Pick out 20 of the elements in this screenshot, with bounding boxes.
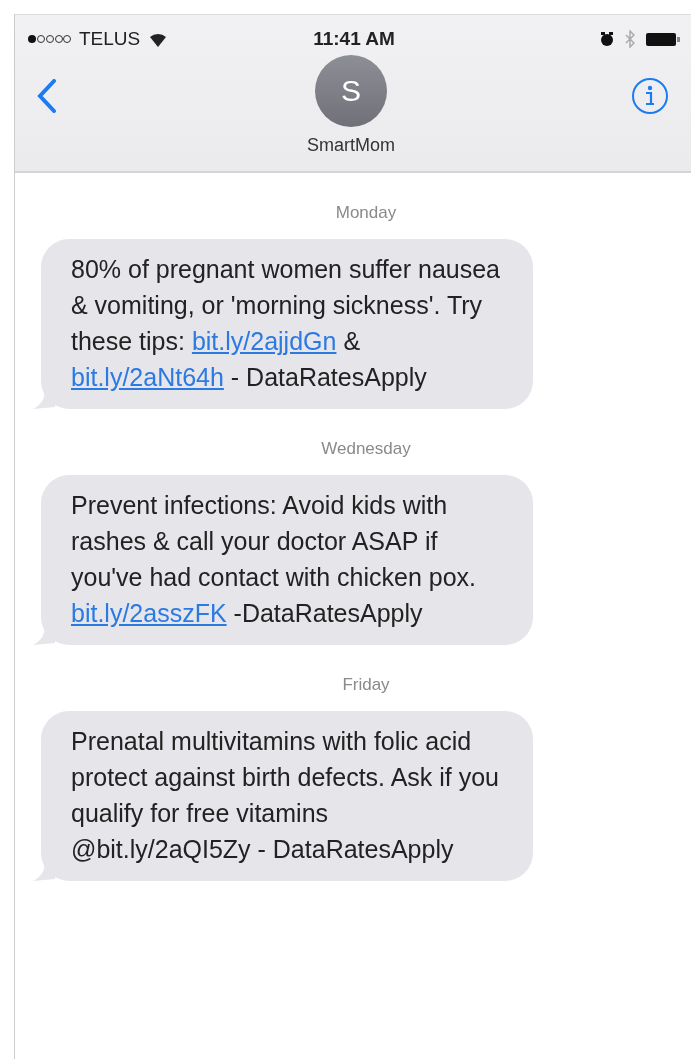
message-text: 80% of pregnant women suffer nausea & vomiting, or 'morning sickness'. Try these tips: bit.ly/2ajjdGn & bit.ly/2aNt64h - DataRatesApply	[71, 254, 501, 393]
message-link[interactable]: bit.ly/2asszFK	[71, 599, 227, 627]
back-icon[interactable]	[37, 79, 57, 113]
contact-name[interactable]: SmartMom	[307, 135, 395, 156]
day-label: Friday	[341, 675, 391, 695]
battery-icon	[645, 31, 681, 47]
day-label: Monday	[334, 203, 398, 223]
clock-time: 11:41 AM	[313, 28, 395, 50]
contact-avatar[interactable]: S	[315, 55, 387, 127]
bluetooth-icon	[625, 30, 635, 48]
signal-icon	[27, 34, 71, 44]
message-text: Prenatal multivitamins with folic acid protect against birth defects. Ask if you qualify for free vitamins @bit.ly/2aQI5Zy - DataRatesApply	[71, 726, 500, 865]
message-text: Prevent infections: Avoid kids with rashes & call your doctor ASAP if you've had contact with chicken pox. bit.ly/2asszFK -DataRatesApply	[71, 490, 477, 629]
wifi-icon	[148, 31, 169, 47]
message-link[interactable]: bit.ly/2aNt64h	[71, 363, 224, 391]
alarm-icon	[599, 31, 615, 47]
day-label: Wednesday	[320, 439, 412, 459]
message-link[interactable]: bit.ly/2ajjdGn	[191, 327, 337, 355]
info-icon[interactable]	[631, 77, 669, 115]
carrier-name: TELUS	[79, 28, 141, 50]
